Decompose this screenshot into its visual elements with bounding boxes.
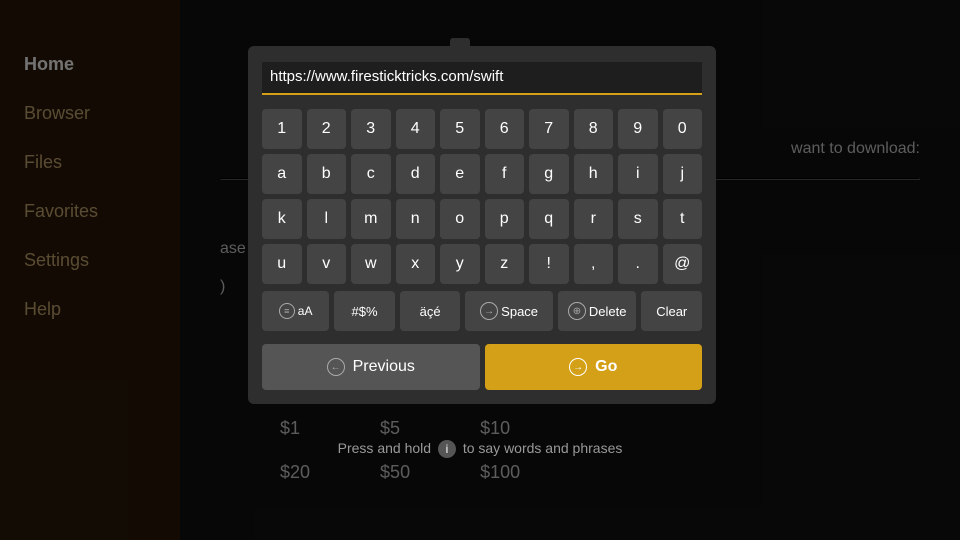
key-u[interactable]: u — [262, 244, 302, 284]
key-o[interactable]: o — [440, 199, 480, 239]
key-r[interactable]: r — [574, 199, 614, 239]
key-space[interactable]: → Space — [465, 291, 553, 331]
key-p[interactable]: p — [485, 199, 525, 239]
hint-text-after: to say words and phrases — [463, 440, 623, 456]
key-comma[interactable]: , — [574, 244, 614, 284]
key-9[interactable]: 9 — [618, 109, 658, 149]
key-z[interactable]: z — [485, 244, 525, 284]
key-period[interactable]: . — [618, 244, 658, 284]
key-y[interactable]: y — [440, 244, 480, 284]
key-2[interactable]: 2 — [307, 109, 347, 149]
hint-text-before: Press and hold — [338, 440, 431, 456]
key-v[interactable]: v — [307, 244, 347, 284]
key-7[interactable]: 7 — [529, 109, 569, 149]
key-d[interactable]: d — [396, 154, 436, 194]
key-s[interactable]: s — [618, 199, 658, 239]
key-b[interactable]: b — [307, 154, 347, 194]
key-m[interactable]: m — [351, 199, 391, 239]
key-f[interactable]: f — [485, 154, 525, 194]
row-k-t: k l m n o p q r s t — [262, 199, 702, 239]
key-e[interactable]: e — [440, 154, 480, 194]
row-a-j: a b c d e f g h i j — [262, 154, 702, 194]
dialog-tab — [450, 38, 470, 46]
key-4[interactable]: 4 — [396, 109, 436, 149]
go-button[interactable]: → Go — [485, 344, 703, 390]
key-n[interactable]: n — [396, 199, 436, 239]
key-w[interactable]: w — [351, 244, 391, 284]
row-u-at: u v w x y z ! , . @ — [262, 244, 702, 284]
action-row: ← Previous → Go — [262, 344, 702, 390]
key-i[interactable]: i — [618, 154, 658, 194]
key-c[interactable]: c — [351, 154, 391, 194]
key-q[interactable]: q — [529, 199, 569, 239]
key-at[interactable]: @ — [663, 244, 703, 284]
key-0[interactable]: 0 — [663, 109, 703, 149]
key-l[interactable]: l — [307, 199, 347, 239]
key-k[interactable]: k — [262, 199, 302, 239]
key-accent[interactable]: äçé — [400, 291, 461, 331]
key-x[interactable]: x — [396, 244, 436, 284]
special-row: ≡ aA #$% äçé → Space ⊕ Delete Clear — [262, 291, 702, 331]
keyboard: 1 2 3 4 5 6 7 8 9 0 a b c d e f g h i j … — [262, 109, 702, 390]
key-clear[interactable]: Clear — [641, 291, 702, 331]
previous-button[interactable]: ← Previous — [262, 344, 480, 390]
key-1[interactable]: 1 — [262, 109, 302, 149]
key-6[interactable]: 6 — [485, 109, 525, 149]
key-3[interactable]: 3 — [351, 109, 391, 149]
key-hash[interactable]: #$% — [334, 291, 395, 331]
key-g[interactable]: g — [529, 154, 569, 194]
key-h[interactable]: h — [574, 154, 614, 194]
url-input[interactable] — [262, 62, 702, 95]
key-8[interactable]: 8 — [574, 109, 614, 149]
number-row: 1 2 3 4 5 6 7 8 9 0 — [262, 109, 702, 149]
key-a[interactable]: a — [262, 154, 302, 194]
key-aa[interactable]: ≡ aA — [262, 291, 329, 331]
keyboard-dialog: 1 2 3 4 5 6 7 8 9 0 a b c d e f g h i j … — [248, 46, 716, 404]
key-t[interactable]: t — [663, 199, 703, 239]
hint-bar: Press and hold i to say words and phrase… — [0, 440, 960, 458]
key-5[interactable]: 5 — [440, 109, 480, 149]
key-j[interactable]: j — [663, 154, 703, 194]
key-exclaim[interactable]: ! — [529, 244, 569, 284]
key-delete[interactable]: ⊕ Delete — [558, 291, 637, 331]
hint-icon: i — [438, 440, 456, 458]
